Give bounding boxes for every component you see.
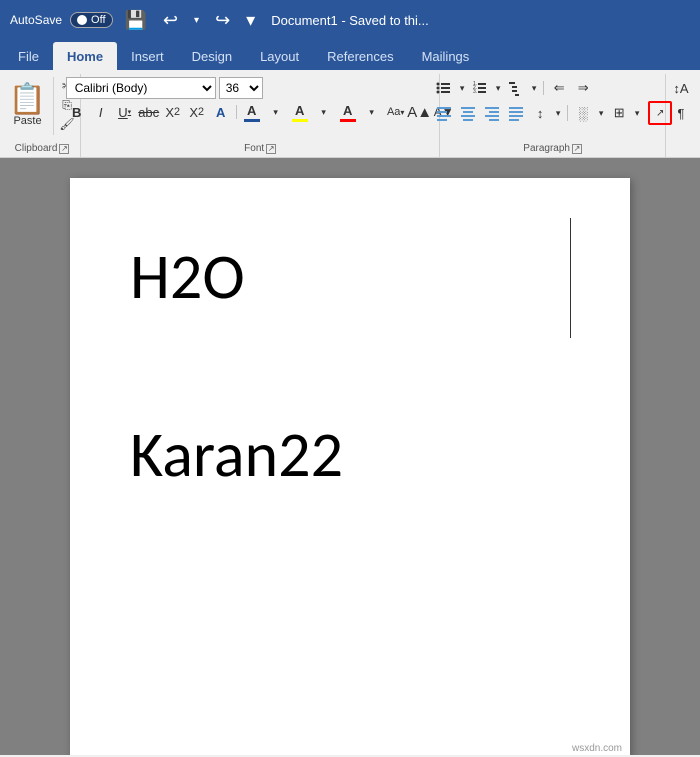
undo-icon[interactable]: ↩	[159, 8, 182, 33]
tab-file[interactable]: File	[4, 42, 53, 70]
document-area: H2O Karan22 wsxdn.com	[0, 158, 700, 755]
para-row-2: ↕ ▾ ░ ▾ ⊞ ▾ ↗	[433, 101, 672, 125]
font-name-select[interactable]: Calibri (Body)	[66, 77, 216, 99]
numbering-dropdown[interactable]: ▾	[493, 77, 503, 99]
shading-dropdown[interactable]: ▾	[596, 102, 606, 124]
paragraph-content: ▾ 1.2.3. ▾ ▾ ⇐ ⇒	[433, 74, 672, 141]
indent-increase-button[interactable]: ⇒	[572, 77, 594, 99]
tab-home[interactable]: Home	[53, 42, 117, 70]
text-color-button[interactable]: A	[337, 101, 359, 123]
font-expand-icon[interactable]: ↗	[266, 144, 276, 154]
paragraph-expand-icon[interactable]: ↗	[572, 144, 582, 154]
numbering-button[interactable]: 1.2.3.	[469, 77, 491, 99]
highlight-color-button[interactable]: A	[289, 101, 311, 123]
document-text-h2o: H2O	[130, 238, 570, 316]
para-divider-1	[543, 81, 544, 95]
align-right-button[interactable]	[481, 102, 503, 124]
align-center-button[interactable]	[457, 102, 479, 124]
strikethrough-button[interactable]: abc	[138, 101, 160, 123]
title-bar: AutoSave Off 💾 ↩ ▾ ↪ ▾ Document1 - Saved…	[0, 0, 700, 40]
font-label: Font ↗	[244, 141, 276, 157]
font-group: Calibri (Body) 36 810121418244872 B I U …	[81, 74, 440, 157]
line-spacing-button[interactable]: ↕	[529, 102, 551, 124]
paragraph-expand-highlight[interactable]: ↗	[648, 101, 672, 125]
justify-button[interactable]	[505, 102, 527, 124]
font-color-bar	[244, 119, 260, 122]
highlight-dropdown[interactable]: ▾	[313, 101, 335, 123]
save-icon[interactable]: 💾	[121, 8, 151, 33]
clipboard-expand-icon[interactable]: ↗	[59, 144, 69, 154]
subscript-button[interactable]: X2	[162, 101, 184, 123]
text-color-dropdown[interactable]: ▾	[361, 101, 383, 123]
document-text-karan: Karan22	[130, 416, 570, 494]
grow-font-button[interactable]: A▲	[409, 101, 431, 123]
paste-label: Paste	[13, 115, 41, 127]
autosave-label: AutoSave	[10, 13, 62, 27]
font-selectors: Calibri (Body) 36 810121418244872	[66, 77, 263, 99]
watermark: wsxdn.com	[572, 743, 622, 754]
text-color-bar	[340, 119, 356, 122]
font-divider	[236, 105, 237, 119]
italic-button[interactable]: I	[90, 101, 112, 123]
superscript-button[interactable]: X2	[186, 101, 208, 123]
borders-button[interactable]: ⊞	[608, 102, 630, 124]
bold-button[interactable]: B	[66, 101, 88, 123]
font-color-button[interactable]: A	[241, 101, 263, 123]
paragraph-label: Paragraph ↗	[523, 141, 582, 157]
bullets-dropdown[interactable]: ▾	[457, 77, 467, 99]
paste-button[interactable]: 📋 Paste	[6, 77, 54, 135]
para-row-1: ▾ 1.2.3. ▾ ▾ ⇐ ⇒	[433, 77, 594, 99]
multilevel-dropdown[interactable]: ▾	[529, 77, 539, 99]
multilevel-button[interactable]	[505, 77, 527, 99]
font-size-select[interactable]: 36 810121418244872	[219, 77, 263, 99]
document-page: H2O Karan22 wsxdn.com	[70, 178, 630, 755]
highlight-color-bar	[292, 119, 308, 122]
toggle-state: Off	[91, 14, 105, 26]
font-color-dropdown[interactable]: ▾	[265, 101, 287, 123]
paste-icon: 📋	[9, 85, 46, 115]
ribbon: 📋 Paste ✂ ⎘ 🖌 Clipboard ↗ Calibri (Body)…	[0, 70, 700, 158]
tab-insert[interactable]: Insert	[117, 42, 178, 70]
undo-dropdown-icon[interactable]: ▾	[190, 13, 203, 28]
cursor-line	[570, 218, 571, 338]
align-left-button[interactable]	[433, 102, 455, 124]
svg-text:3.: 3.	[473, 89, 477, 95]
text-effects-button[interactable]: A	[210, 101, 232, 123]
para-divider-2	[567, 105, 568, 121]
tab-references[interactable]: References	[313, 42, 407, 70]
ribbon-tabs: File Home Insert Design Layout Reference…	[0, 40, 700, 70]
quick-access-icon[interactable]: ▾	[242, 8, 259, 33]
sort-button[interactable]: ↕A	[670, 77, 692, 99]
indent-decrease-button[interactable]: ⇐	[548, 77, 570, 99]
clipboard-label: Clipboard ↗	[15, 141, 70, 157]
underline-button[interactable]: U ▾	[114, 101, 136, 123]
paragraph-group: ▾ 1.2.3. ▾ ▾ ⇐ ⇒	[440, 74, 666, 157]
title-bar-left: AutoSave Off 💾 ↩ ▾ ↪ ▾	[10, 8, 259, 33]
tab-mailings[interactable]: Mailings	[408, 42, 484, 70]
tab-layout[interactable]: Layout	[246, 42, 313, 70]
paragraph-expand-button[interactable]: ↗	[651, 104, 669, 122]
font-controls-row: B I U ▾ abc X2 X2 A A ▾ A	[66, 101, 455, 123]
tab-design[interactable]: Design	[178, 42, 246, 70]
borders-dropdown[interactable]: ▾	[632, 102, 642, 124]
show-paragraph-button[interactable]: ¶	[670, 102, 692, 124]
change-case-button[interactable]: Aa▾	[385, 101, 407, 123]
font-content: Calibri (Body) 36 810121418244872 B I U …	[66, 74, 455, 141]
toggle-circle	[77, 15, 87, 25]
redo-icon[interactable]: ↪	[211, 8, 234, 33]
document-title: Document1 - Saved to thi...	[271, 13, 429, 28]
shading-button[interactable]: ░	[572, 102, 594, 124]
bullets-button[interactable]	[433, 77, 455, 99]
autosave-toggle[interactable]: Off	[70, 12, 112, 28]
line-spacing-dropdown[interactable]: ▾	[553, 102, 563, 124]
